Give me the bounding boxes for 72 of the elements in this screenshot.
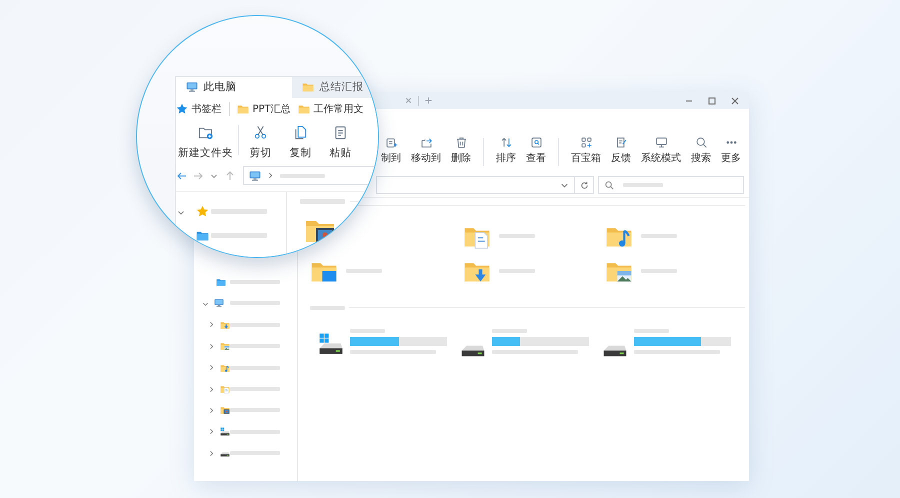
folder-icon (216, 277, 226, 288)
computer-icon (248, 170, 260, 182)
placeholder-bar (230, 366, 280, 370)
bookmark-link[interactable]: PPT汇总 (236, 102, 291, 116)
toolbar-button[interactable]: 粘贴 (320, 124, 360, 160)
monitor-icon (654, 136, 668, 149)
document-folder-icon (220, 384, 230, 394)
drive-icon (602, 345, 628, 357)
copy-icon (293, 124, 308, 140)
search-field[interactable] (598, 176, 744, 194)
computer-icon (186, 81, 198, 93)
tab[interactable]: 总结汇报 (292, 76, 378, 98)
toolbar-button[interactable]: 百宝箱 (571, 136, 601, 165)
computer-icon (214, 298, 224, 308)
toolbar-button[interactable]: 移动到 (411, 136, 441, 165)
placeholder-bar (230, 301, 280, 306)
placeholder-bar (230, 344, 280, 348)
drive-icon (460, 345, 486, 357)
view-icon (530, 136, 542, 149)
placeholder-bar (230, 322, 280, 327)
copy-to-icon (384, 136, 398, 149)
paste-icon (333, 124, 348, 140)
video-folder-icon (220, 405, 230, 416)
music-folder-icon (220, 362, 230, 373)
back-arrow-icon[interactable] (176, 170, 188, 182)
folder-icon (196, 229, 208, 242)
windows-drive-icon (220, 426, 230, 437)
maximize-icon[interactable] (707, 96, 717, 106)
toolbar-button[interactable]: 删除 (451, 136, 471, 165)
toolbar-button[interactable]: 搜索 (691, 136, 711, 165)
toolbar-button[interactable]: 制到 (381, 136, 401, 165)
toolbar-button[interactable]: 查看 (526, 136, 546, 165)
sort-icon (500, 136, 512, 149)
placeholder-bar (230, 451, 280, 456)
close-icon[interactable] (730, 96, 740, 106)
tab[interactable]: 此电脑 (176, 76, 292, 98)
star-icon (176, 103, 188, 115)
toolbar-button[interactable]: 剪切 (240, 124, 280, 160)
refresh-icon (578, 180, 590, 190)
grid-icon (580, 136, 592, 149)
placeholder-bar (210, 209, 266, 214)
toolbar-button[interactable]: 系统模式 (641, 136, 681, 165)
placeholder-bar (230, 280, 280, 284)
refresh-button[interactable] (574, 176, 594, 194)
feedback-icon (614, 136, 628, 149)
placeholder-bar (230, 387, 280, 392)
close-tab-icon[interactable] (404, 96, 413, 105)
scissors-icon (253, 124, 268, 140)
placeholder-bar (300, 198, 344, 204)
toolbar-button[interactable]: 反馈 (611, 136, 631, 165)
star-icon (196, 205, 208, 218)
bookmark-link[interactable]: 工作常用文 (298, 102, 364, 116)
search-icon (694, 136, 708, 149)
trash-icon (454, 136, 468, 149)
move-to-icon (420, 136, 432, 149)
new-tab-icon[interactable] (424, 96, 433, 105)
folder-icon (298, 103, 310, 115)
toolbar-button[interactable]: 更多 (721, 136, 741, 165)
folder-icon (302, 81, 314, 93)
address-field[interactable] (376, 176, 575, 194)
search-icon (604, 180, 615, 190)
forward-arrow-icon[interactable] (192, 170, 204, 182)
placeholder-bar (210, 233, 266, 238)
toolbar-button[interactable]: 新建文件夹 (176, 124, 236, 160)
folder-icon (236, 103, 248, 115)
toolbar-button[interactable]: 排序 (496, 136, 516, 165)
placeholder-bar (230, 408, 280, 412)
bookmark-link[interactable]: 书签栏 (176, 102, 222, 116)
picture-folder-icon (220, 341, 230, 352)
placeholder-bar (230, 430, 280, 434)
toolbar-button[interactable]: 复制 (280, 124, 320, 160)
download-folder-icon (220, 320, 230, 330)
